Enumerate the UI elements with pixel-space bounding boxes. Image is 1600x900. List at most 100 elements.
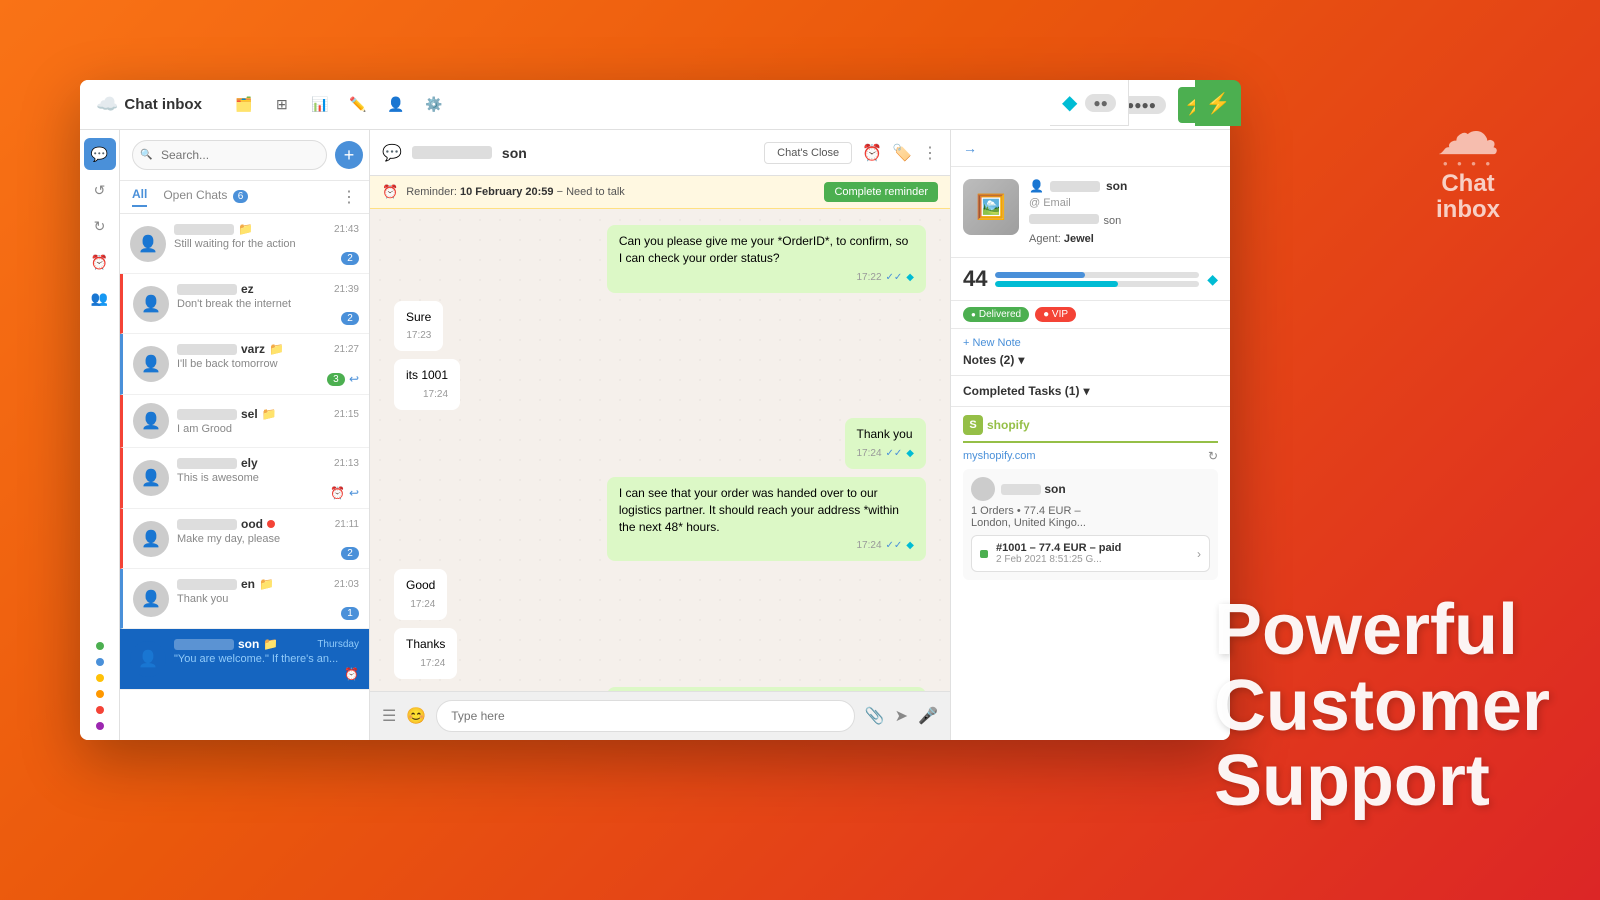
chat-item-name: sel 📁 [177,407,277,421]
sidebar-refresh2-icon[interactable]: ↻ [84,210,116,242]
chat-item-preview: I am Grood [177,423,359,435]
chat-list-header: + [120,130,369,181]
stats-icon[interactable]: 📊 [306,91,334,119]
score-row: 44 ◆ [951,258,1230,301]
reply-icon: ↩ [349,372,359,386]
name-blur [177,579,237,590]
chat-item-time: 21:27 [334,344,359,355]
alarm-icon[interactable]: ⏰ [862,143,882,163]
score-bar-fill [995,272,1085,278]
diamond-icon: ◆ [906,271,914,285]
diamond-profile-bar: ◆ ●● [1050,80,1129,126]
refresh-icon[interactable]: ↻ [1208,449,1218,463]
sidebar-chat-icon[interactable]: 💬 [84,138,116,170]
chat-item-name: ez [177,282,254,296]
customer-name: son [1001,482,1066,496]
message-bubble-sent: I can see that your order was handed ove… [607,477,926,561]
name-blur [177,519,237,530]
shopify-name: shopify [987,418,1030,432]
unread-badge: 2 [341,252,359,265]
mic-icon[interactable]: 🎤 [918,706,938,726]
shopify-link[interactable]: myshopify.com [963,450,1036,462]
notes-section: + New Note Notes (2) ▾ [951,329,1230,376]
check-icon: ✓✓ [886,539,903,553]
chat-item-preview: This is awesome [177,472,359,484]
more-icon[interactable]: ⋮ [922,143,938,163]
message-bubble-received: Thanks 17:24 [394,628,457,679]
chat-item-content: ely 21:13 This is awesome ⏰ ↩ [177,456,359,500]
check-icon: ✓✓ [886,447,903,461]
sidebar-clock-icon[interactable]: ⏰ [84,246,116,278]
settings-icon[interactable]: ⚙️ [420,91,448,119]
contact-name-suffix: son [502,145,527,161]
contact-name-blur [412,146,492,159]
search-wrapper [132,140,327,170]
tab-open-chats[interactable]: Open Chats 6 [163,188,248,206]
list-item-selected[interactable]: 👤 son 📁 Thursday "You are welcome." If t… [120,629,369,690]
message-input[interactable] [436,700,854,732]
cloud-branding-icon: ☁ [1436,100,1500,164]
chat-tabs-menu[interactable]: ⋮ [341,187,357,207]
edit-icon[interactable]: ✏️ [344,91,372,119]
back-arrow-icon[interactable]: → [963,140,977,156]
chat-item-preview: "You are welcome." If there's an... [174,653,359,665]
check-icon: ✓✓ [886,271,903,285]
person-icon: 👤 [1029,179,1044,193]
avatar: 👤 [133,460,169,496]
tab-all[interactable]: All [132,187,147,207]
profile-text: ●● [1085,94,1116,112]
send-icon[interactable]: ➤ [895,706,908,726]
contact-card: 🖼️ 👤 son @ Email son [951,167,1230,258]
chat-item-time: Thursday [317,639,359,650]
chat-item-preview: I'll be back tomorrow [177,358,359,370]
left-sidebar: 💬 ↺ ↻ ⏰ 👥 [80,130,120,740]
message-icon: 💬 [382,143,402,163]
message-text: Thank you [857,427,913,441]
chat-item-time: 21:11 [335,519,359,530]
search-input[interactable] [132,140,327,170]
chat-input-bar: ☰ 😊 📎 ➤ 🎤 [370,691,950,740]
chat-item-name: en 📁 [177,577,274,591]
reminder-bar: ⏰ Reminder: 10 February 20:59 − Need to … [370,176,950,209]
grid-icon[interactable]: ⊞ [268,91,296,119]
cloud-icon: ☁️ [96,94,118,115]
add-note-button[interactable]: + New Note [963,337,1218,349]
name-blur [177,409,237,420]
score-value: 44 [963,266,987,292]
list-item[interactable]: 👤 sel 📁 21:15 I am Grood [120,395,369,448]
chat-item-name: ood [177,517,275,531]
list-item[interactable]: 👤 varz 📁 21:27 I'll be back tomorrow [120,334,369,395]
message-time: 17:24 [857,539,882,553]
message-time: 17:22 [857,271,882,285]
list-item[interactable]: 👤 en 📁 21:03 Thank you 1 [120,569,369,629]
status-dot-green [96,642,104,650]
sidebar-team-icon[interactable]: 👥 [84,282,116,314]
reminder-text: Reminder: 10 February 20:59 − Need to ta… [406,186,816,198]
tag-icon[interactable]: 🏷️ [892,143,912,163]
unread-badge: 1 [341,607,359,620]
menu-icon[interactable]: ☰ [382,706,396,726]
emoji-icon[interactable]: 😊 [406,706,426,726]
list-item[interactable]: 👤 ely 21:13 This is awesome ⏰ ↩ [120,448,369,509]
list-item[interactable]: 👤 📁 21:43 Still waiting for the action 2 [120,214,369,274]
inbox-icon[interactable]: 🗂️ [230,91,258,119]
list-item[interactable]: 👤 ood 21:11 Make my day, please [120,509,369,569]
chat-item-time: 21:03 [334,579,359,590]
complete-reminder-button[interactable]: Complete reminder [824,182,938,202]
messages-area: Can you please give me your *OrderID*, t… [370,209,950,691]
contacts-icon[interactable]: 👤 [382,91,410,119]
contact-name-suffix: son [1106,179,1127,193]
avatar: 👤 [130,641,166,677]
sidebar-refresh-icon[interactable]: ↺ [84,174,116,206]
add-chat-button[interactable]: + [335,141,363,169]
completed-tasks-toggle[interactable]: Completed Tasks (1) ▾ [963,384,1218,398]
power-side-button[interactable]: ⚡ [1195,80,1241,126]
message-text: Sure [406,310,431,324]
order-item[interactable]: #1001 – 77.4 EUR – paid 2 Feb 2021 8:51:… [971,535,1210,572]
chat-close-button[interactable]: Chat's Close [764,142,852,164]
attach-icon[interactable]: 📎 [865,706,885,726]
message-text: Can you please give me your *OrderID*, t… [619,234,908,265]
list-item[interactable]: 👤 ez 21:39 Don't break the internet 2 [120,274,369,334]
avatar: 👤 [130,226,166,262]
contact-name-blur [1050,181,1100,192]
